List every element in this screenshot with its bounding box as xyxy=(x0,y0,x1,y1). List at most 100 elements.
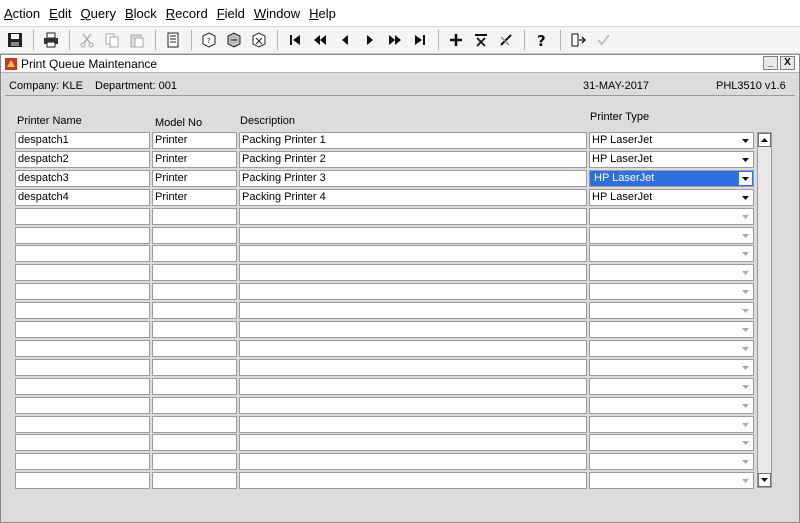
dropdown-arrow-icon[interactable] xyxy=(739,229,752,242)
dropdown-arrow-icon[interactable] xyxy=(739,380,752,393)
description-field[interactable] xyxy=(239,302,587,319)
description-field[interactable] xyxy=(239,472,587,489)
menu-window[interactable]: Window xyxy=(254,6,300,21)
printer-type-select[interactable] xyxy=(589,245,754,262)
model-no-field[interactable]: Printer xyxy=(152,151,237,168)
printer-type-select[interactable]: HP LaserJet xyxy=(589,132,754,149)
insert-record-icon[interactable] xyxy=(445,29,467,51)
model-no-field[interactable] xyxy=(152,453,237,470)
model-no-field[interactable] xyxy=(152,208,237,225)
execute-query-icon[interactable] xyxy=(223,29,245,51)
printer-name-field[interactable] xyxy=(15,397,150,414)
model-no-field[interactable]: Printer xyxy=(152,189,237,206)
menu-field[interactable]: Field xyxy=(217,6,245,21)
printer-type-select[interactable] xyxy=(589,434,754,451)
menu-edit[interactable]: Edit xyxy=(49,6,71,21)
description-field[interactable] xyxy=(239,340,587,357)
cancel-query-icon[interactable] xyxy=(248,29,270,51)
menu-action[interactable]: Action xyxy=(4,6,40,21)
printer-name-field[interactable] xyxy=(15,453,150,470)
model-no-field[interactable] xyxy=(152,434,237,451)
description-field[interactable]: Packing Printer 2 xyxy=(239,151,587,168)
previous-set-icon[interactable] xyxy=(309,29,331,51)
scroll-up-button[interactable] xyxy=(758,133,771,147)
model-no-field[interactable] xyxy=(152,340,237,357)
previous-record-icon[interactable] xyxy=(334,29,356,51)
menu-query[interactable]: Query xyxy=(81,6,116,21)
minimize-button[interactable]: _ xyxy=(763,56,778,70)
printer-type-select[interactable] xyxy=(589,416,754,433)
accept-icon[interactable] xyxy=(592,29,614,51)
description-field[interactable] xyxy=(239,416,587,433)
printer-type-select[interactable] xyxy=(589,359,754,376)
printer-type-select[interactable] xyxy=(589,472,754,489)
description-field[interactable]: Packing Printer 3 xyxy=(239,170,587,187)
description-field[interactable] xyxy=(239,227,587,244)
printer-name-field[interactable] xyxy=(15,416,150,433)
dropdown-arrow-icon[interactable] xyxy=(739,304,752,317)
menu-block[interactable]: Block xyxy=(125,6,157,21)
model-no-field[interactable] xyxy=(152,264,237,281)
printer-name-field[interactable] xyxy=(15,321,150,338)
enter-query-icon[interactable]: ? xyxy=(198,29,220,51)
menu-record[interactable]: Record xyxy=(166,6,208,21)
paste-icon[interactable] xyxy=(126,29,148,51)
printer-type-select[interactable] xyxy=(589,378,754,395)
dropdown-arrow-icon[interactable] xyxy=(739,247,752,260)
description-field[interactable]: Packing Printer 1 xyxy=(239,132,587,149)
copy-icon[interactable] xyxy=(101,29,123,51)
vertical-scrollbar[interactable] xyxy=(757,132,772,488)
printer-name-field[interactable] xyxy=(15,264,150,281)
printer-type-select[interactable] xyxy=(589,321,754,338)
printer-type-select[interactable]: HP LaserJet xyxy=(589,151,754,168)
print-icon[interactable] xyxy=(40,29,62,51)
model-no-field[interactable] xyxy=(152,302,237,319)
model-no-field[interactable] xyxy=(152,416,237,433)
description-field[interactable] xyxy=(239,359,587,376)
printer-type-select[interactable]: HP LaserJet xyxy=(589,170,754,187)
printer-name-field[interactable] xyxy=(15,359,150,376)
exit-icon[interactable] xyxy=(567,29,589,51)
dropdown-arrow-icon[interactable] xyxy=(739,285,752,298)
close-button[interactable]: X xyxy=(780,56,795,70)
printer-name-field[interactable] xyxy=(15,302,150,319)
description-field[interactable] xyxy=(239,264,587,281)
dropdown-arrow-icon[interactable] xyxy=(739,323,752,336)
printer-type-select[interactable] xyxy=(589,302,754,319)
description-field[interactable] xyxy=(239,434,587,451)
dropdown-arrow-icon[interactable] xyxy=(739,474,752,487)
dropdown-arrow-icon[interactable] xyxy=(739,455,752,468)
dropdown-arrow-icon[interactable] xyxy=(739,399,752,412)
model-no-field[interactable] xyxy=(152,472,237,489)
menu-help[interactable]: Help xyxy=(309,6,336,21)
description-field[interactable] xyxy=(239,321,587,338)
delete-record-icon[interactable] xyxy=(470,29,492,51)
description-field[interactable] xyxy=(239,245,587,262)
model-no-field[interactable] xyxy=(152,397,237,414)
printer-name-field[interactable]: despatch4 xyxy=(15,189,150,206)
model-no-field[interactable]: Printer xyxy=(152,170,237,187)
dropdown-arrow-icon[interactable] xyxy=(739,210,752,223)
printer-name-field[interactable] xyxy=(15,434,150,451)
list-values-icon[interactable] xyxy=(162,29,184,51)
model-no-field[interactable]: Printer xyxy=(152,132,237,149)
dropdown-arrow-icon[interactable] xyxy=(739,266,752,279)
printer-type-select[interactable] xyxy=(589,227,754,244)
model-no-field[interactable] xyxy=(152,321,237,338)
printer-name-field[interactable] xyxy=(15,472,150,489)
printer-type-select[interactable] xyxy=(589,264,754,281)
printer-name-field[interactable] xyxy=(15,378,150,395)
description-field[interactable] xyxy=(239,397,587,414)
next-record-icon[interactable] xyxy=(359,29,381,51)
printer-type-select[interactable] xyxy=(589,453,754,470)
model-no-field[interactable] xyxy=(152,378,237,395)
dropdown-arrow-icon[interactable] xyxy=(739,191,752,204)
description-field[interactable]: Packing Printer 4 xyxy=(239,189,587,206)
printer-name-field[interactable] xyxy=(15,245,150,262)
description-field[interactable] xyxy=(239,283,587,300)
scroll-down-button[interactable] xyxy=(758,473,771,487)
printer-type-select[interactable] xyxy=(589,208,754,225)
next-set-icon[interactable] xyxy=(384,29,406,51)
printer-type-select[interactable] xyxy=(589,283,754,300)
model-no-field[interactable] xyxy=(152,359,237,376)
